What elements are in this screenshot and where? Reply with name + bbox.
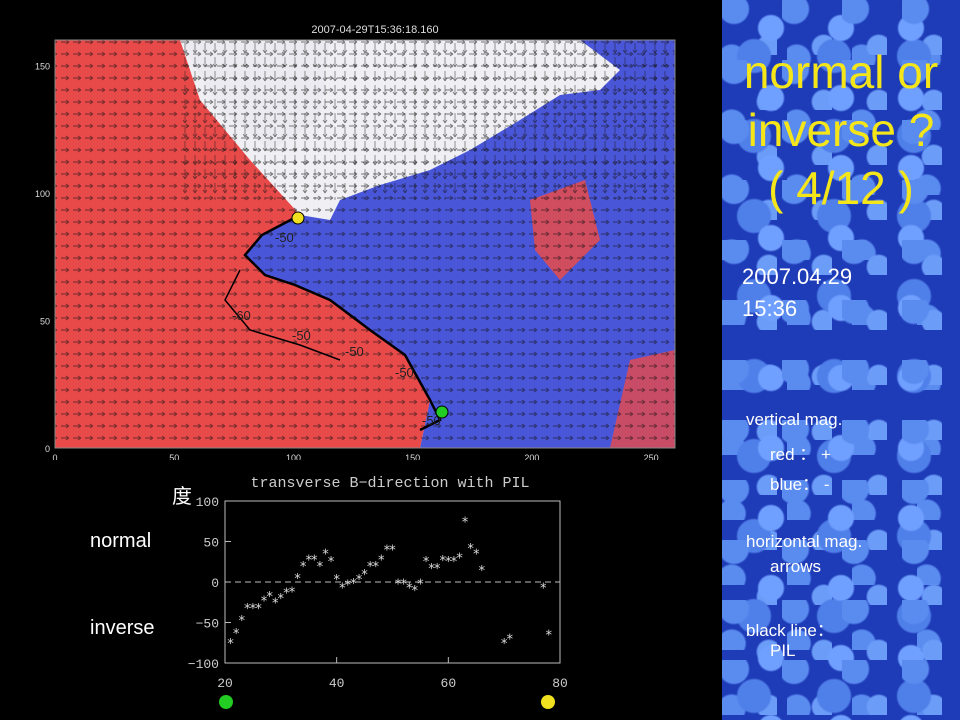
data-point: * [232, 627, 240, 642]
arrow-field [180, 40, 675, 200]
x-tick-label: 60 [441, 676, 457, 691]
degree-label: 度 [172, 486, 192, 508]
legend-red: red ： + [770, 445, 831, 464]
data-point: * [456, 552, 464, 567]
mag-x-tick-label: 250 [644, 453, 659, 460]
data-point: * [545, 629, 553, 644]
magnetogram-y-ticks: 150 100 50 0 [35, 62, 50, 455]
title-line-3: ( 4/12 ) [768, 162, 914, 214]
data-point: * [389, 544, 397, 559]
data-point: * [288, 586, 296, 601]
data-point: * [539, 582, 547, 597]
data-point: * [478, 564, 486, 579]
title-line-1: normal or [743, 46, 939, 98]
y-tick-label: −100 [188, 657, 219, 672]
y-tick-label: 50 [203, 536, 219, 551]
magnetogram-x-ticks: 0 50 100 150 200 250 [52, 453, 658, 460]
legend-horizontal: horizontal mag. [746, 532, 863, 551]
x-tick-label: 40 [329, 676, 345, 691]
mag-x-tick-label: 100 [286, 453, 301, 460]
legend-blue: blue： - [770, 475, 830, 494]
yellow-legend-dot [541, 695, 555, 709]
magnetogram-figure: 2007-04-29T15:36:18.160 150 100 50 0 0 50 100… [35, 24, 676, 460]
normal-label: normal [90, 530, 152, 552]
mag-y-tick-label: 50 [40, 317, 50, 327]
legend-black-line: black line： [746, 621, 834, 640]
data-point: * [417, 578, 425, 593]
contour-label: -50 [292, 328, 311, 343]
data-point: * [506, 633, 514, 648]
chart-title: transverse B−direction with PIL [250, 475, 529, 492]
mag-y-tick-label: 100 [35, 189, 50, 199]
legend-arrows: arrows [770, 557, 822, 576]
side-panel: normal or inverse ? ( 4/12 ) 2007.04.29 … [722, 0, 960, 720]
data-point: * [327, 555, 335, 570]
mag-x-tick-label: 50 [169, 453, 179, 460]
legend-vertical: vertical mag. [746, 410, 843, 429]
mag-x-tick-label: 0 [52, 453, 57, 460]
contour-label: -50 [345, 344, 364, 359]
magnetogram-timestamp: 2007-04-29T15:36:18.160 [311, 24, 438, 36]
legend-pil: PIL [770, 641, 796, 660]
contour-label: -50 [275, 230, 294, 245]
scatter-chart: transverse B−direction with PIL 100 50 0 −5… [188, 475, 568, 691]
green-marker-dot [435, 405, 449, 419]
mag-y-tick-label: 0 [45, 444, 50, 454]
inverse-label: inverse [90, 617, 155, 639]
scatter-points: ****************************************… [227, 515, 553, 652]
mag-x-tick-label: 200 [524, 453, 539, 460]
x-tick-label: 20 [217, 676, 233, 691]
green-legend-dot [219, 695, 233, 709]
scatter-x-ticks: 20 40 60 80 [217, 657, 568, 691]
data-point: * [472, 548, 480, 563]
y-tick-label: −50 [196, 617, 219, 632]
title-line-2: inverse ? [747, 104, 935, 156]
y-tick-label: 0 [211, 576, 219, 591]
date-text: 2007.04.29 [742, 264, 853, 289]
contour-label: -50 [395, 365, 414, 380]
mag-x-tick-label: 150 [405, 453, 420, 460]
time-text: 15:36 [742, 296, 798, 321]
data-point: * [461, 515, 469, 530]
mag-y-tick-label: 150 [35, 62, 50, 72]
x-tick-label: 80 [552, 676, 568, 691]
yellow-marker-dot [291, 211, 305, 225]
y-tick-label: 100 [196, 495, 219, 510]
contour-label: -60 [232, 308, 251, 323]
